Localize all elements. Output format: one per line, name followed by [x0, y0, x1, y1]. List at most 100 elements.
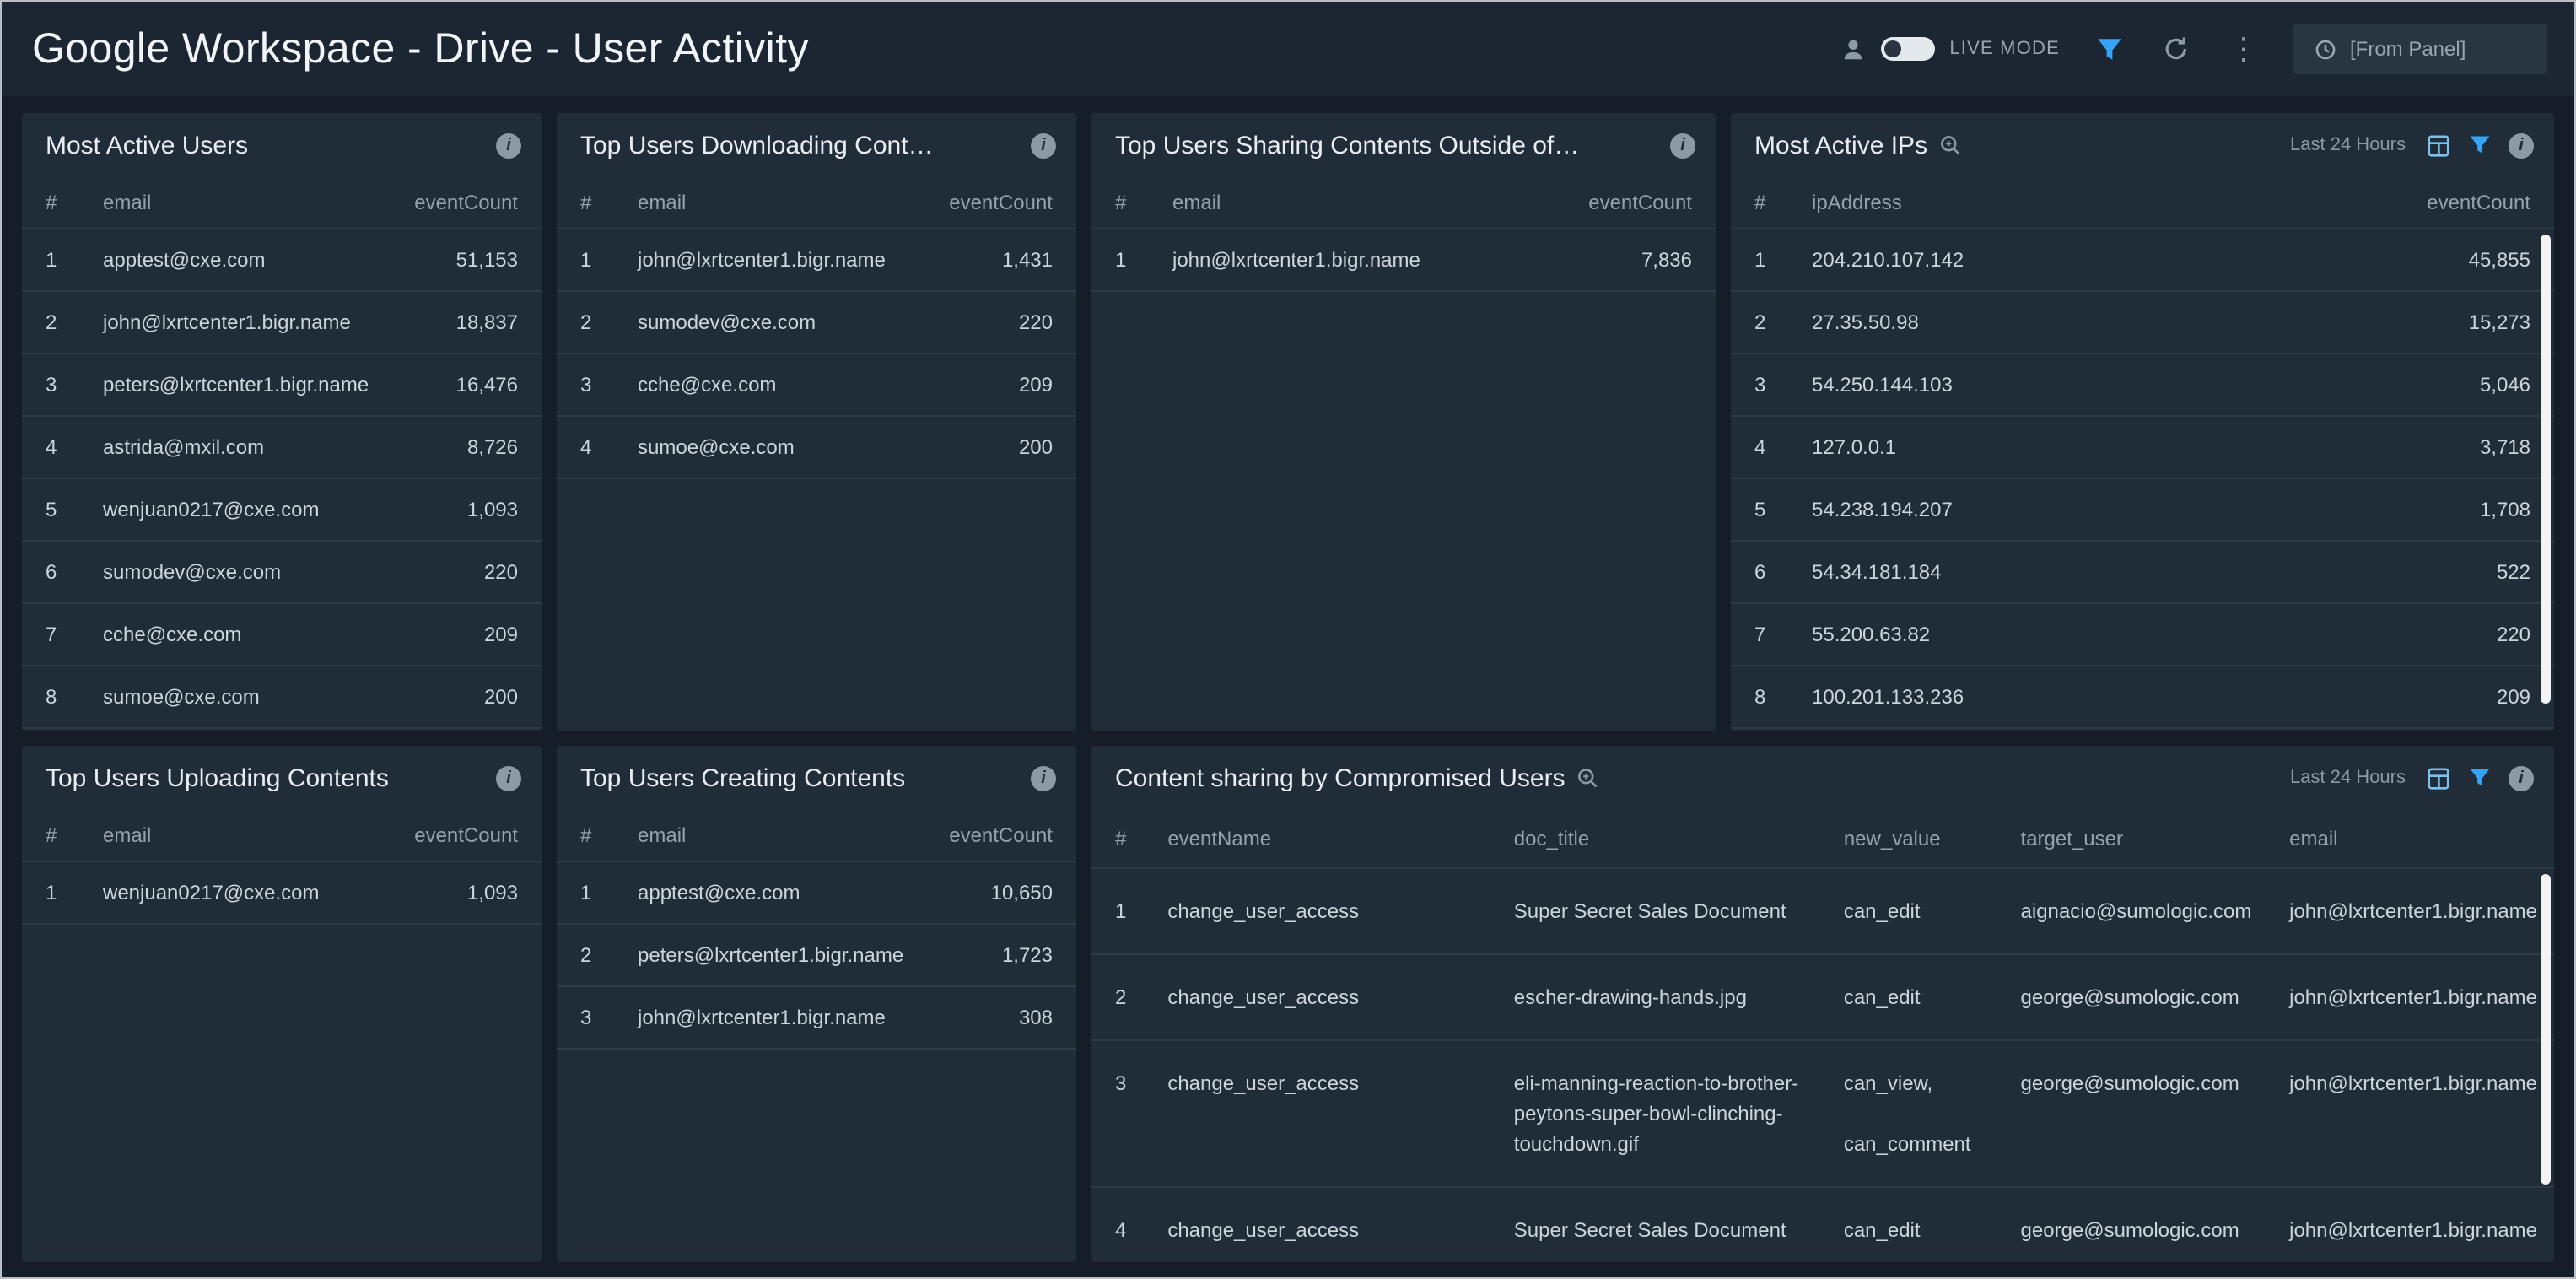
panel-most-active-ips: Most Active IPs Last 24 Hours i [1731, 113, 2554, 731]
table-cell: george@sumologic.com [2021, 954, 2290, 1040]
table-cell: 4 [1091, 1187, 1167, 1262]
info-icon[interactable]: i [496, 765, 521, 791]
table-cell: apptest@cxe.com [631, 861, 932, 924]
panel-top-users-uploading: Top Users Uploading Contents i #emaileve… [22, 746, 542, 1262]
panel-title: Top Users Creating Contents [580, 764, 905, 792]
table-header-row: #emaileventCount [1091, 177, 1716, 229]
table-cell: 54.34.181.184 [1805, 541, 2219, 603]
column-header: email [96, 177, 397, 229]
table-cell: 1,708 [2219, 478, 2554, 541]
info-icon[interactable]: i [2509, 765, 2534, 791]
content-sharing-table: #eventNamedoc_titlenew_valuetarget_usere… [1091, 810, 2554, 1262]
table-row: 3cche@cxe.com209 [557, 353, 1076, 416]
table-row: 1apptest@cxe.com51,153 [22, 229, 542, 291]
table-cell: 7,836 [1529, 229, 1716, 291]
dashboard-window: Google Workspace - Drive - User Activity… [0, 0, 2576, 1279]
info-icon[interactable]: i [1670, 132, 1695, 158]
time-range-value: [From Panel] [2350, 37, 2466, 61]
table-cell: 3 [1091, 1040, 1167, 1187]
column-header: new_value [1844, 810, 2021, 868]
table-cell: apptest@cxe.com [96, 229, 397, 291]
table-cell: 209 [397, 603, 542, 666]
top-users-creating-table: #emaileventCount1apptest@cxe.com10,6502p… [557, 810, 1076, 1050]
table-row: 1apptest@cxe.com10,650 [557, 861, 1076, 924]
table-cell: 1,723 [932, 924, 1076, 986]
most-active-ips-table: #ipAddresseventCount1204.210.107.14245,8… [1731, 177, 2554, 731]
panel-header: Top Users Uploading Contents i [22, 746, 542, 810]
vertical-scrollbar[interactable] [2541, 235, 2551, 704]
table-cell: 2 [557, 924, 631, 986]
live-mode-label: LIVE MODE [1949, 39, 2060, 59]
table-cell: 200 [2219, 728, 2554, 731]
live-mode-toggle[interactable] [1880, 37, 1934, 61]
table-cell: change_user_access [1167, 1040, 1513, 1187]
table-row: 3john@lxrtcenter1.bigr.name308 [557, 986, 1076, 1049]
table-cell: can_edit [1844, 868, 2021, 954]
table-cell: john@lxrtcenter1.bigr.name [631, 986, 932, 1049]
table-cell: 8 [1731, 666, 1805, 728]
table-cell: sumoe@cxe.com [631, 416, 925, 478]
info-icon[interactable]: i [2509, 132, 2534, 158]
table-cell: 6 [1731, 541, 1805, 603]
panel-title: Top Users Downloading Cont… [580, 131, 934, 159]
column-header: eventCount [932, 810, 1076, 861]
panels-icon[interactable] [2426, 132, 2451, 158]
column-header: eventCount [925, 177, 1076, 229]
table-cell: 15,273 [2219, 291, 2554, 353]
info-icon[interactable]: i [496, 132, 521, 158]
table-cell: 16,476 [397, 353, 542, 416]
table-header-row: #emaileventCount [22, 810, 542, 861]
refresh-icon[interactable] [2158, 30, 2195, 67]
table-cell: sumoe@cxe.com [96, 666, 397, 728]
filter-icon[interactable] [2468, 133, 2492, 157]
table-cell: 1 [22, 229, 96, 291]
table-cell: peters@lxrtcenter1.bigr.name [631, 924, 932, 986]
table-cell: change_user_access [1167, 954, 1513, 1040]
info-icon[interactable]: i [1031, 132, 1056, 158]
column-header: # [1091, 810, 1167, 868]
info-icon[interactable]: i [1031, 765, 1056, 791]
table-cell: cche@cxe.com [96, 603, 397, 666]
table-cell: john@lxrtcenter1.bigr.name [2289, 1187, 2554, 1262]
table-cell: aignacio@sumologic.com [2021, 868, 2290, 954]
panel-title: Top Users Uploading Contents [46, 764, 389, 792]
table-cell: 5,046 [2219, 353, 2554, 416]
panel-title: Most Active IPs [1754, 131, 1927, 159]
table-cell: sumodev@cxe.com [96, 541, 397, 603]
panel-header: Most Active Users i [22, 113, 542, 177]
table-cell: 220 [397, 541, 542, 603]
table-cell: 1 [557, 861, 631, 924]
table-cell: 209 [2219, 666, 2554, 728]
kebab-menu-icon[interactable]: ⋮ [2225, 30, 2262, 67]
table-row: 755.200.63.82220 [1731, 603, 2554, 666]
magnifier-icon[interactable] [1576, 766, 1599, 790]
table-row: 9200.201.133.236200 [1731, 728, 2554, 731]
table-cell: change_user_access [1167, 1187, 1513, 1262]
panel-top-users-sharing-outside: Top Users Sharing Contents Outside of… i… [1091, 113, 1716, 731]
table-cell: 200 [925, 416, 1076, 478]
time-range-selector[interactable]: [From Panel] [2293, 24, 2547, 74]
column-header: # [1731, 177, 1805, 229]
filter-icon[interactable] [2468, 766, 2492, 790]
table-cell: 4 [22, 416, 96, 478]
table-row: 5wenjuan0217@cxe.com1,093 [22, 478, 542, 541]
table-cell: eli-manning-reaction-to-brother-peytons-… [1514, 1040, 1844, 1187]
magnifier-icon[interactable] [1937, 133, 1961, 157]
table-cell: escher-drawing-hands.jpg [1514, 954, 1844, 1040]
panels-icon[interactable] [2426, 765, 2451, 791]
column-header: doc_title [1514, 810, 1844, 868]
table-cell: peters@lxrtcenter1.bigr.name [96, 353, 397, 416]
table-cell: Super Secret Sales Document [1514, 868, 1844, 954]
filter-icon[interactable] [2090, 30, 2127, 67]
table-cell: 54.250.144.103 [1805, 353, 2219, 416]
column-header: email [631, 810, 932, 861]
column-header: email [1166, 177, 1529, 229]
table-row: 1wenjuan0217@cxe.com1,093 [22, 861, 542, 924]
vertical-scrollbar[interactable] [2541, 874, 2551, 1185]
column-header: eventName [1167, 810, 1513, 868]
table-cell: 54.238.194.207 [1805, 478, 2219, 541]
column-header: email [2289, 810, 2554, 868]
column-header: # [557, 177, 631, 229]
table-cell: 3 [1731, 353, 1805, 416]
column-header: ipAddress [1805, 177, 2219, 229]
